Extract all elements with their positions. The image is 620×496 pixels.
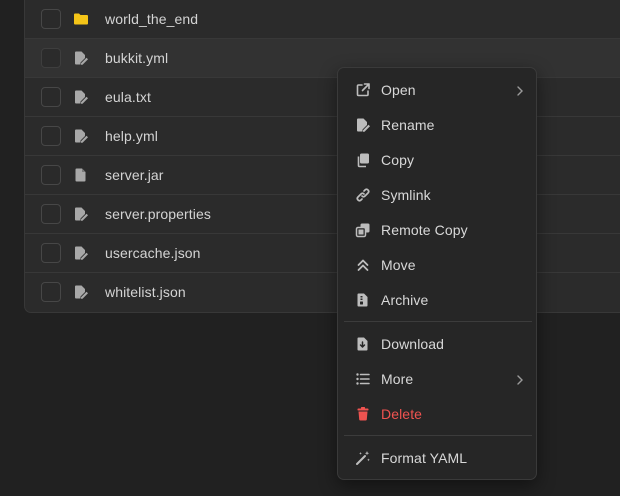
row-checkbox[interactable] [41,165,61,185]
menu-item-label: Remote Copy [381,222,468,238]
menu-item-label: Format YAML [381,450,468,466]
file-name: server.properties [105,206,211,222]
row-checkbox[interactable] [41,243,61,263]
menu-item-move[interactable]: Move [338,247,536,282]
file-name: whitelist.json [105,284,186,300]
menu-item-label: Copy [381,152,415,168]
file-edit-icon [73,284,89,300]
file-name: bukkit.yml [105,50,169,66]
menu-item-more[interactable]: More [338,361,536,396]
file-edit-icon [73,89,89,105]
file-edit-icon [73,206,89,222]
file-icon [73,167,89,183]
menu-item-symlink[interactable]: Symlink [338,177,536,212]
file-edit-icon [73,128,89,144]
row-checkbox[interactable] [41,126,61,146]
file-name: server.jar [105,167,164,183]
download-icon [355,336,371,352]
file-name: usercache.json [105,245,201,261]
copy-icon [355,152,371,168]
file-name: help.yml [105,128,158,144]
row-checkbox[interactable] [41,282,61,302]
row-checkbox[interactable] [41,204,61,224]
trash-icon [355,406,371,422]
menu-item-label: Open [381,82,416,98]
menu-item-label: Delete [381,406,423,422]
link-icon [355,187,371,203]
menu-item-label: Archive [381,292,429,308]
menu-item-label: Rename [381,117,435,133]
menu-item-label: Move [381,257,416,273]
file-edit-icon [355,117,371,133]
context-menu: Open Rename Copy Symlink Remote Copy Mov… [337,67,537,480]
menu-item-label: More [381,371,414,387]
external-link-icon [355,82,371,98]
list-icon [355,371,371,387]
folder-icon [73,11,89,27]
menu-item-archive[interactable]: Archive [338,282,536,317]
file-edit-icon [73,245,89,261]
menu-item-download[interactable]: Download [338,326,536,361]
menu-item-label: Download [381,336,445,352]
chevron-right-icon [516,86,524,96]
file-name: eula.txt [105,89,151,105]
file-name: world_the_end [105,11,199,27]
menu-item-delete[interactable]: Delete [338,396,536,431]
menu-item-rename[interactable]: Rename [338,107,536,142]
file-edit-icon [73,50,89,66]
menu-item-copy[interactable]: Copy [338,142,536,177]
magic-wand-icon [355,450,371,466]
row-checkbox[interactable] [41,48,61,68]
move-icon [355,257,371,273]
menu-item-remote-copy[interactable]: Remote Copy [338,212,536,247]
menu-item-open[interactable]: Open [338,72,536,107]
menu-separator [344,435,532,436]
file-row[interactable]: world_the_end [25,0,620,39]
menu-separator [344,321,532,322]
row-checkbox[interactable] [41,87,61,107]
archive-icon [355,292,371,308]
remote-copy-icon [355,222,371,238]
menu-item-format-yaml[interactable]: Format YAML [338,440,536,475]
row-checkbox[interactable] [41,9,61,29]
chevron-right-icon [516,375,524,385]
menu-item-label: Symlink [381,187,431,203]
